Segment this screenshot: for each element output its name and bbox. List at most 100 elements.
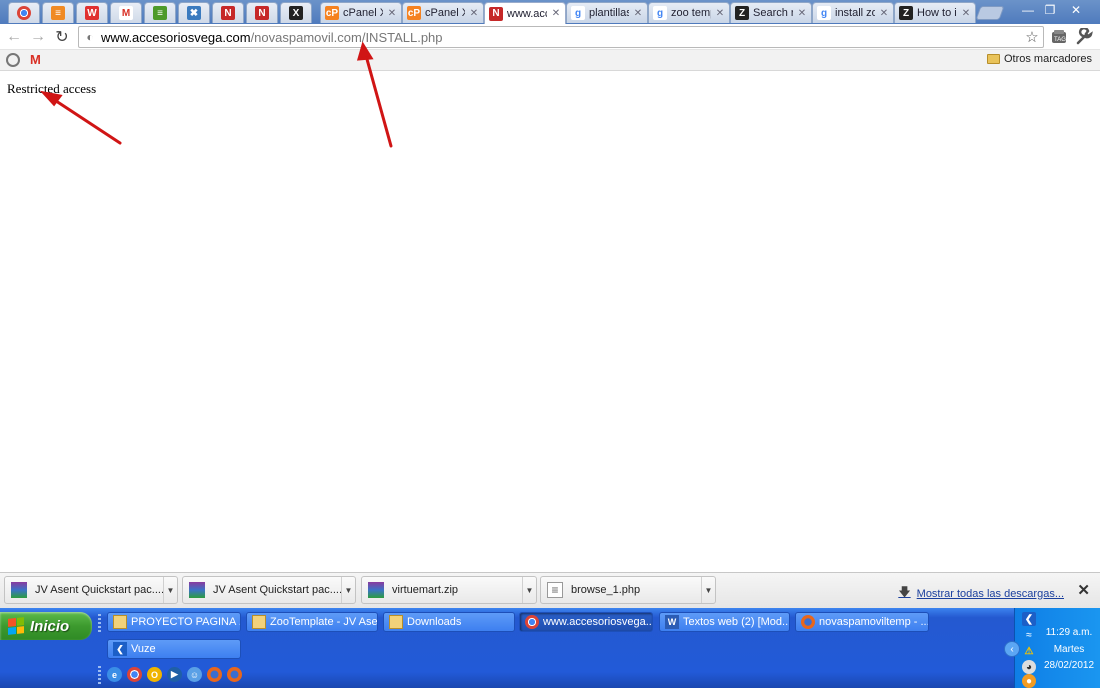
word-icon: W: [665, 615, 679, 629]
close-tab-icon[interactable]: ✕: [961, 8, 971, 19]
download-filename: browse_1.php: [571, 584, 641, 596]
taskbar-button[interactable]: ZooTemplate - JV Ase...: [246, 612, 378, 632]
chrome-icon: [17, 6, 31, 20]
tray-expand-icon[interactable]: ‹: [1004, 641, 1020, 657]
zoo-icon: Z: [899, 6, 913, 20]
back-arrow-icon: ←: [6, 28, 22, 45]
firefox-icon[interactable]: [227, 667, 242, 682]
taskbar-button[interactable]: Downloads: [383, 612, 515, 632]
taskbar-button[interactable]: W Textos web (2) [Mod...: [659, 612, 790, 632]
cpanel-icon: cP: [407, 6, 421, 20]
browser-tab[interactable]: Nwww.acce ✕: [484, 2, 566, 24]
google-icon: g: [653, 6, 667, 20]
close-tab-icon[interactable]: ✕: [551, 8, 561, 19]
pinned-tab[interactable]: N: [246, 2, 278, 23]
download-menu-arrow-icon[interactable]: ▼: [522, 577, 536, 603]
show-all-downloads-link[interactable]: 🡇 Mostrar todas las descargas...: [898, 583, 1064, 604]
close-window-button[interactable]: ✕: [1066, 2, 1086, 18]
tab-label: cPanel X: [425, 7, 465, 19]
browser-tab[interactable]: cP cPanel X ✕: [402, 2, 484, 23]
close-tab-icon[interactable]: ✕: [469, 8, 479, 19]
close-tab-icon[interactable]: ✕: [879, 8, 889, 19]
vuze-tray-icon[interactable]: ❮: [1022, 612, 1036, 626]
pinned-tab[interactable]: ≡: [144, 2, 176, 23]
firefox-icon: [801, 615, 815, 629]
folder-icon: [252, 615, 266, 629]
quicklaunch-grip[interactable]: [98, 666, 101, 684]
tab-label: How to in: [917, 7, 957, 19]
media-player-icon[interactable]: ▶: [167, 667, 182, 682]
browser-tab[interactable]: g plantillas ✕: [566, 2, 648, 23]
reload-icon: ↻: [55, 29, 69, 46]
clock-date: 28/02/2012: [1043, 660, 1095, 671]
close-tab-icon[interactable]: ✕: [797, 8, 807, 19]
pinned-tab[interactable]: N: [212, 2, 244, 23]
other-bookmarks-folder[interactable]: Otros marcadores: [986, 53, 1092, 65]
warning-tray-icon[interactable]: ⚠: [1022, 644, 1036, 658]
pinned-tab[interactable]: W: [76, 2, 108, 23]
download-menu-arrow-icon[interactable]: ▼: [701, 577, 715, 603]
taskbar-button[interactable]: PROYECTO PAGINA ...: [107, 612, 241, 632]
taskbar-grip[interactable]: [98, 614, 101, 634]
close-tab-icon[interactable]: ✕: [715, 8, 725, 19]
download-item[interactable]: virtuemart.zip ▼: [361, 576, 537, 604]
taskbar-button[interactable]: www.accesoriosvega...: [519, 612, 653, 632]
cpanel-icon: cP: [325, 6, 339, 20]
chrome-icon[interactable]: [127, 667, 142, 682]
bookmark-bar-icon: ≡: [153, 6, 167, 20]
address-bar[interactable]: ◐ www.accesoriosvega.com/novaspamovil.co…: [78, 26, 1044, 48]
download-item[interactable]: JV Asent Quickstart pac....zip▼: [182, 576, 356, 604]
download-item[interactable]: JV Asent Quickstart pac....zip▼: [4, 576, 178, 604]
minimize-button[interactable]: —: [1018, 2, 1038, 18]
browser-tab-strip: — ❐ ✕ ≡ W M ≡ ✖ N N XcP cPanel X ✕ cP cPanel X ✕ Nwww…: [0, 0, 1100, 24]
ie-icon[interactable]: e: [107, 667, 122, 682]
download-menu-arrow-icon[interactable]: ▼: [163, 577, 177, 603]
wrench-menu-icon[interactable]: [1075, 26, 1093, 46]
browser-tab[interactable]: cP cPanel X ✕: [320, 2, 402, 23]
network-tray-icon[interactable]: ≈: [1022, 628, 1036, 642]
taskbar-button-label: Downloads: [407, 616, 462, 628]
taskbar-button[interactable]: ❮ Vuze: [107, 639, 241, 659]
browser-tab[interactable]: g install zoo ✕: [812, 2, 894, 23]
pinned-tab[interactable]: ✖: [178, 2, 210, 23]
app-tray-icon[interactable]: ●: [1022, 674, 1036, 688]
firefox-icon[interactable]: [207, 667, 222, 682]
close-tab-icon[interactable]: ✕: [633, 8, 643, 19]
svg-text:TAG: TAG: [1054, 37, 1066, 43]
download-item[interactable]: ≡ browse_1.php ▼: [540, 576, 716, 604]
pinned-tab[interactable]: [8, 2, 40, 23]
outlook-icon[interactable]: O: [147, 667, 162, 682]
office-icon: W: [85, 6, 99, 20]
browser-tab[interactable]: Z How to in ✕: [894, 2, 976, 23]
chrome-icon: [525, 615, 539, 629]
clock-time[interactable]: 11:29 a.m.: [1039, 627, 1099, 638]
pinned-tab[interactable]: ≡: [42, 2, 74, 23]
chrome-bookmark-icon[interactable]: [6, 53, 20, 67]
back-button[interactable]: ←: [4, 27, 24, 47]
forward-button[interactable]: →: [28, 27, 48, 47]
browser-toolbar: ← → ↻ ◐ www.accesoriosvega.com/novaspamo…: [0, 24, 1100, 50]
new-tab-button[interactable]: [975, 6, 1005, 20]
messenger-icon[interactable]: ☺: [187, 667, 202, 682]
zoo-icon: Z: [735, 6, 749, 20]
extension-icon[interactable]: TAG: [1050, 28, 1068, 46]
url-host: www.accesoriosvega.com: [101, 29, 251, 45]
close-downloads-shelf-icon[interactable]: ✕: [1077, 581, 1090, 599]
url-text[interactable]: www.accesoriosvega.com/novaspamovil.com/…: [101, 30, 443, 45]
update-tray-icon[interactable]: ◕: [1022, 660, 1036, 674]
download-menu-arrow-icon[interactable]: ▼: [341, 577, 355, 603]
taskbar-button-label: www.accesoriosvega...: [543, 616, 652, 628]
taskbar-button[interactable]: novaspamoviltemp - ...: [795, 612, 929, 632]
pinned-tab[interactable]: M: [110, 2, 142, 23]
start-button[interactable]: Inicio: [0, 612, 92, 640]
browser-tab[interactable]: g zoo templ ✕: [648, 2, 730, 23]
close-tab-icon[interactable]: ✕: [387, 8, 397, 19]
browser-tab[interactable]: Z Search re ✕: [730, 2, 812, 23]
reload-button[interactable]: ↻: [52, 27, 72, 47]
pinned-tab[interactable]: X: [280, 2, 312, 23]
restore-button[interactable]: ❐: [1040, 2, 1060, 18]
page-content: Restricted access: [0, 72, 1100, 572]
gmail-bookmark-icon[interactable]: M: [30, 52, 41, 67]
bookmark-star-icon[interactable]: ☆: [1021, 27, 1043, 47]
windows-taskbar: Inicio ‹ ❮ ≈ ⚠ ◕ ● 11:29 a.m. Martes 28/…: [0, 608, 1100, 688]
